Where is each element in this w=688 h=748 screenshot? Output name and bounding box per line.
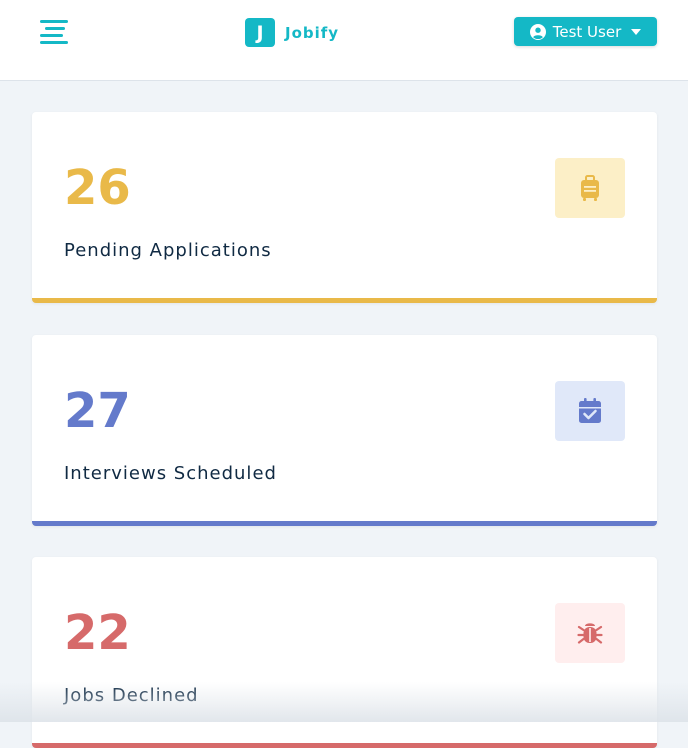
stat-title: Interviews Scheduled	[64, 463, 277, 484]
stat-card-interviews: 27 Interviews Scheduled	[32, 335, 657, 526]
bug-icon	[577, 623, 603, 644]
user-menu-button[interactable]: Test User	[514, 17, 657, 46]
stat-icon-box	[555, 381, 625, 441]
logo[interactable]: J Jobify	[245, 18, 339, 47]
menu-icon-line	[45, 27, 65, 30]
calendar-check-icon	[579, 398, 601, 423]
stat-count: 26	[64, 160, 131, 216]
navbar: J Jobify Test User	[0, 0, 688, 81]
sidebar-toggle-button[interactable]	[40, 20, 68, 46]
stat-icon-box	[555, 603, 625, 663]
user-name: Test User	[552, 22, 622, 41]
menu-icon	[40, 20, 68, 23]
menu-icon-line	[40, 34, 63, 37]
stat-icon-box	[555, 158, 625, 218]
logo-mark: J	[245, 18, 275, 47]
stat-card-declined: 22 Jobs Declined	[32, 557, 657, 748]
stat-title: Jobs Declined	[64, 685, 199, 706]
suitcase-icon	[581, 175, 599, 201]
stat-card-pending: 26 Pending Applications	[32, 112, 657, 303]
logo-text: Jobify	[285, 23, 340, 42]
stat-count: 27	[64, 383, 131, 439]
menu-icon-line	[40, 41, 68, 44]
user-circle-icon	[529, 23, 546, 40]
stat-count: 22	[64, 605, 131, 661]
caret-down-icon	[631, 28, 642, 35]
stat-title: Pending Applications	[64, 240, 272, 261]
